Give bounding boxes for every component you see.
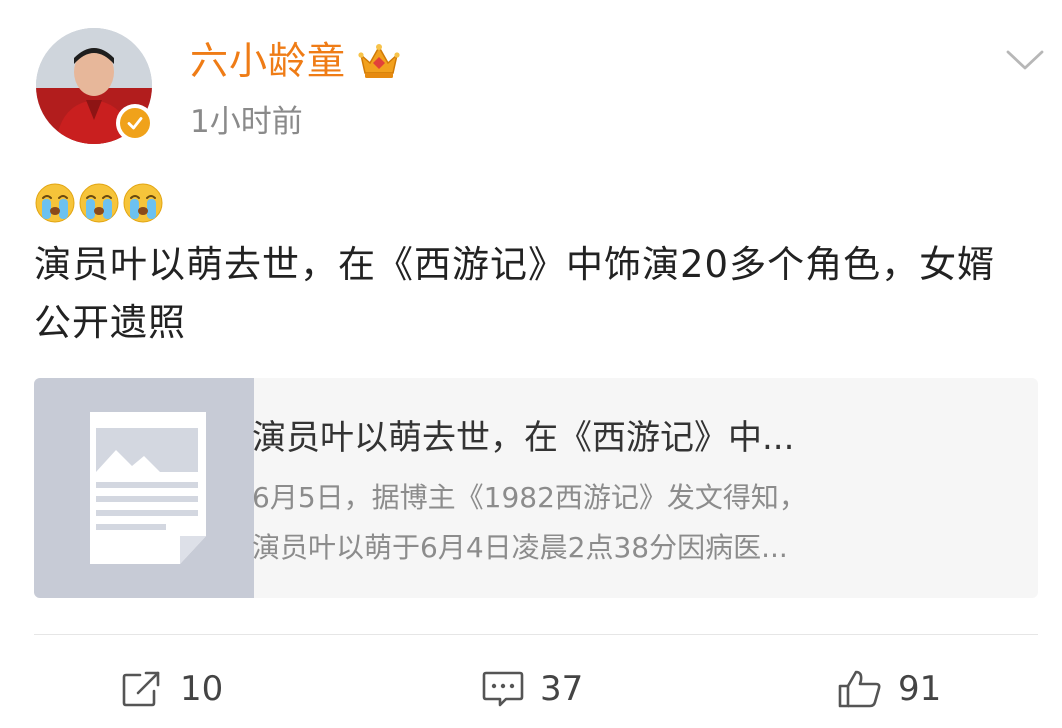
divider xyxy=(34,634,1038,635)
post-text: 演员叶以萌去世，在《西游记》中饰演20多个角色，女婿公开遗照 xyxy=(34,243,996,344)
verified-badge xyxy=(116,104,154,142)
verified-check-icon xyxy=(120,108,150,138)
cry-emoji-icon xyxy=(123,183,163,223)
card-title[interactable]: 演员叶以萌去世，在《西游记》中... xyxy=(252,414,952,462)
cry-emoji-icon xyxy=(35,183,75,223)
post-time: 1小时前 xyxy=(190,104,303,140)
like-count: 91 xyxy=(898,669,942,709)
emoji-row xyxy=(34,182,164,224)
comment-button[interactable]: 37 xyxy=(480,666,583,712)
chevron-down-icon[interactable] xyxy=(1002,42,1048,76)
card-description-line2: 演员叶以萌于6月4日凌晨2点38分因病医... xyxy=(252,531,788,564)
author-row: 六小龄童 xyxy=(190,36,402,86)
comment-icon xyxy=(482,671,524,707)
cry-emoji-icon xyxy=(79,183,119,223)
repost-icon xyxy=(122,671,160,707)
like-button[interactable]: 91 xyxy=(836,666,941,712)
author-name[interactable]: 六小龄童 xyxy=(190,36,346,86)
thumbs-up-icon xyxy=(838,670,881,708)
article-thumbnail xyxy=(34,378,254,598)
comment-count: 37 xyxy=(540,669,584,709)
repost-button[interactable]: 10 xyxy=(120,666,223,712)
document-icon xyxy=(90,412,206,564)
card-description-line1: 6月5日，据博主《1982西游记》发文得知， xyxy=(252,481,807,514)
crown-icon[interactable] xyxy=(356,41,402,81)
repost-count: 10 xyxy=(180,669,224,709)
